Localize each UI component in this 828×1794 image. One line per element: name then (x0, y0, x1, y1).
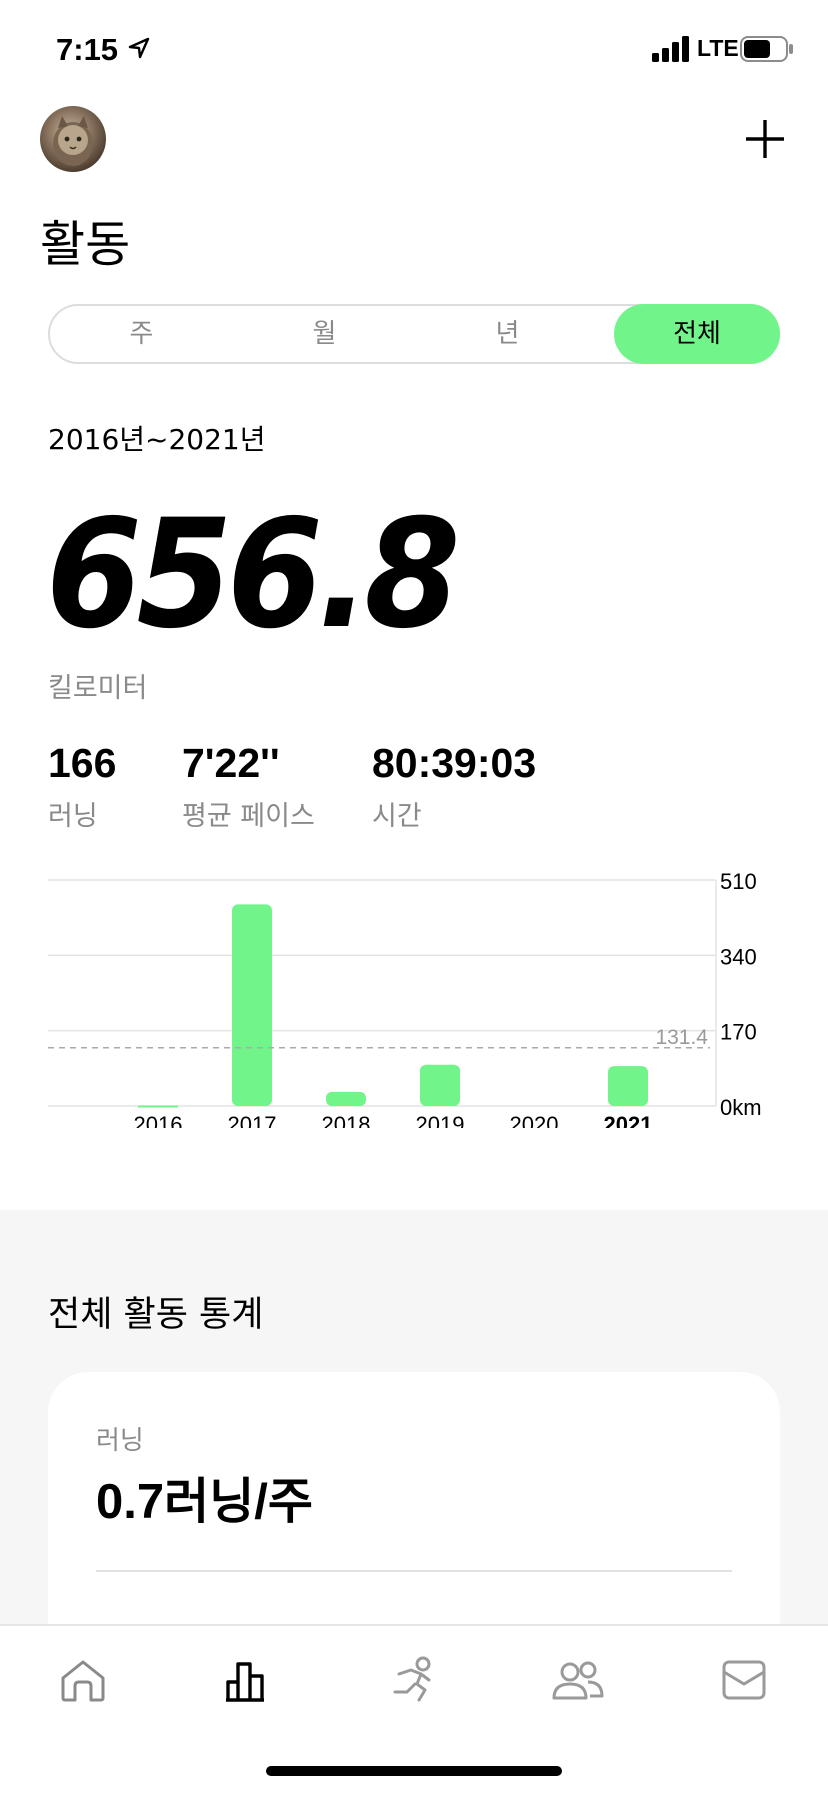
stats-section-title: 전체 활동 통계 (48, 1295, 264, 1335)
network-type: LTE (697, 35, 739, 61)
stats-card-label: 러닝 (96, 1426, 144, 1456)
total-distance: 656.8 (46, 488, 460, 662)
chart-bar (420, 1064, 460, 1106)
chart-bar (608, 1066, 648, 1106)
x-tick-label: 2018 (322, 1112, 371, 1128)
x-tick-label: 2021 (604, 1112, 653, 1128)
segment-year[interactable]: 년 (416, 306, 599, 362)
add-button[interactable] (742, 116, 788, 162)
chart-bar (232, 904, 272, 1106)
people-icon[interactable] (550, 1652, 606, 1708)
avg-pace-label: 평균 페이스 (182, 801, 315, 832)
activity-chart-icon[interactable] (220, 1652, 276, 1708)
cat-photo (53, 116, 93, 166)
page-title: 활동 (40, 216, 131, 273)
chart-bar (138, 1105, 178, 1108)
stats-card-value: 0.7러닝/주 (96, 1475, 313, 1529)
battery-icon (740, 36, 793, 62)
profile-avatar[interactable] (40, 106, 106, 172)
runner-icon[interactable] (385, 1652, 441, 1708)
average-label: 131.4 (655, 1026, 708, 1049)
time-value: 80:39:03 (372, 740, 537, 786)
runs-label: 러닝 (48, 801, 98, 832)
home-indicator (266, 1766, 562, 1776)
location-arrow-icon (128, 37, 150, 59)
x-tick-label: 2017 (228, 1112, 277, 1128)
stats-card-divider (96, 1570, 732, 1572)
period-segmented-control: 주 월 년 전체 (48, 304, 780, 364)
date-range: 2016년~2021년 (48, 423, 266, 456)
inbox-icon[interactable] (716, 1652, 772, 1708)
chart-bar (326, 1091, 366, 1106)
segment-month[interactable]: 월 (233, 306, 416, 362)
runs-count: 166 (48, 740, 117, 786)
segment-week[interactable]: 주 (50, 306, 233, 362)
cellular-signal-icon (652, 36, 689, 62)
y-tick-label: 0km (720, 1095, 762, 1120)
status-time: 7:15 (56, 32, 119, 67)
y-tick-label: 340 (720, 944, 757, 969)
yearly-distance-chart: 0km 170 340 510 2016 2017 2018 2019 2020 2021 131.… (48, 869, 762, 1128)
distance-unit: 킬로미터 (48, 673, 148, 704)
time-label: 시간 (372, 801, 422, 832)
avg-pace-value: 7'22'' (182, 740, 280, 786)
segment-all[interactable]: 전체 (614, 304, 780, 364)
home-icon[interactable] (55, 1652, 111, 1708)
y-tick-label: 510 (720, 869, 757, 894)
x-tick-label: 2016 (134, 1112, 183, 1128)
y-tick-label: 170 (720, 1020, 757, 1045)
x-tick-label: 2019 (416, 1112, 465, 1128)
x-tick-label: 2020 (510, 1112, 559, 1128)
